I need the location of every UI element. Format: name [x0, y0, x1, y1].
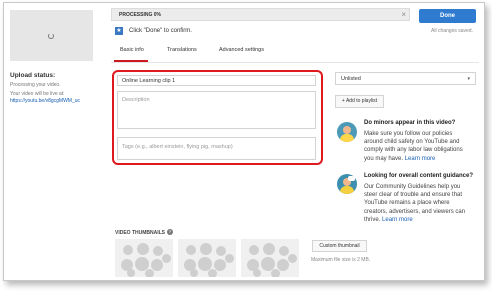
privacy-value: Unlisted — [341, 76, 361, 82]
tab-basic-info[interactable]: Basic info — [120, 47, 144, 53]
save-status-text: All changes saved. — [431, 28, 473, 34]
upload-status-label: Upload status: — [10, 72, 56, 79]
chevron-down-icon: ▾ — [467, 76, 470, 82]
max-file-size-text: Maximum file size is 2 MB. — [311, 257, 371, 263]
minors-illustration-icon — [337, 122, 357, 142]
thumbnail-blur-dot — [162, 254, 171, 263]
thumbnail-blur-dot — [263, 243, 275, 255]
upload-window: Upload status: Processing your video. Yo… — [3, 2, 485, 281]
thumbnail-blur-dot — [288, 254, 297, 263]
privacy-select[interactable]: Unlisted ▾ — [335, 72, 476, 85]
thumbnail-blur-dot — [225, 254, 234, 263]
thumbnail-blur-dot — [208, 269, 217, 277]
minors-learn-more-link[interactable]: Learn more — [405, 156, 436, 162]
help-icon[interactable]: ? — [167, 229, 173, 235]
thumbnail-blur-dot — [153, 246, 163, 256]
tab-advanced-settings[interactable]: Advanced settings — [219, 47, 264, 53]
description-input[interactable]: Description — [117, 91, 316, 129]
thumbnail-blur-dot — [137, 243, 149, 255]
thumbnail-blur-dot — [123, 245, 133, 255]
guidance-learn-more-link[interactable]: Learn more — [382, 217, 413, 223]
thumbnail-blur-dot — [277, 259, 289, 271]
add-to-playlist-button[interactable]: + Add to playlist — [335, 95, 384, 108]
thumbnail-blur-dot — [249, 245, 259, 255]
tabs-divider — [111, 62, 479, 63]
tags-input[interactable]: Tags (e.g., albert einstein, flying pig,… — [117, 137, 316, 160]
thumbnail-option-3[interactable] — [241, 239, 299, 277]
loading-spinner-icon — [48, 33, 54, 39]
custom-thumbnail-button[interactable]: Custom thumbnail — [312, 240, 367, 252]
thumbnail-blur-dot — [186, 245, 196, 255]
thumbnail-blur-dot — [216, 246, 226, 256]
thumbnail-blur-dot — [271, 269, 280, 277]
thumbnail-blur-dot — [279, 246, 289, 256]
minors-description: Make sure you follow our policies around… — [364, 131, 463, 162]
thumbnail-blur-dot — [151, 259, 163, 271]
processing-text: Processing your video. — [10, 82, 61, 88]
close-icon[interactable]: × — [401, 10, 406, 20]
thumbnail-blur-dot — [214, 259, 226, 271]
progress-label: PROCESSING 0% — [119, 12, 161, 18]
minors-heading: Do minors appear in this video? — [364, 120, 456, 126]
video-thumbnails-label: VIDEO THUMBNAILS? — [115, 229, 173, 236]
thumbnail-blur-dot — [127, 269, 135, 277]
star-icon: ★ — [115, 27, 123, 35]
thumbnail-option-2[interactable] — [178, 239, 236, 277]
thumbnail-blur-dot — [200, 243, 212, 255]
done-button[interactable]: Done — [419, 9, 476, 23]
thumbnail-blur-dot — [253, 269, 261, 277]
guidance-description: Our Community Guidelines help you steer … — [364, 184, 466, 223]
guidance-heading: Looking for overall content guidance? — [364, 173, 474, 179]
tab-translations[interactable]: Translations — [167, 47, 197, 53]
confirm-hint: Click "Done" to confirm. — [129, 28, 192, 34]
title-input[interactable]: Online Learning clip 1 — [117, 75, 316, 86]
thumbnail-option-1[interactable] — [115, 239, 173, 277]
live-at-text: Your video will be live at: — [10, 91, 65, 97]
thumbnail-blur-dot — [190, 269, 198, 277]
video-url-link[interactable]: https://youtu.be/v8gcgMWM_uc — [10, 98, 80, 104]
thumbnail-blur-dot — [145, 269, 154, 277]
guidance-illustration-icon — [337, 174, 357, 194]
processing-progress-bar: PROCESSING 0% × — [111, 8, 410, 21]
video-preview — [10, 10, 93, 61]
